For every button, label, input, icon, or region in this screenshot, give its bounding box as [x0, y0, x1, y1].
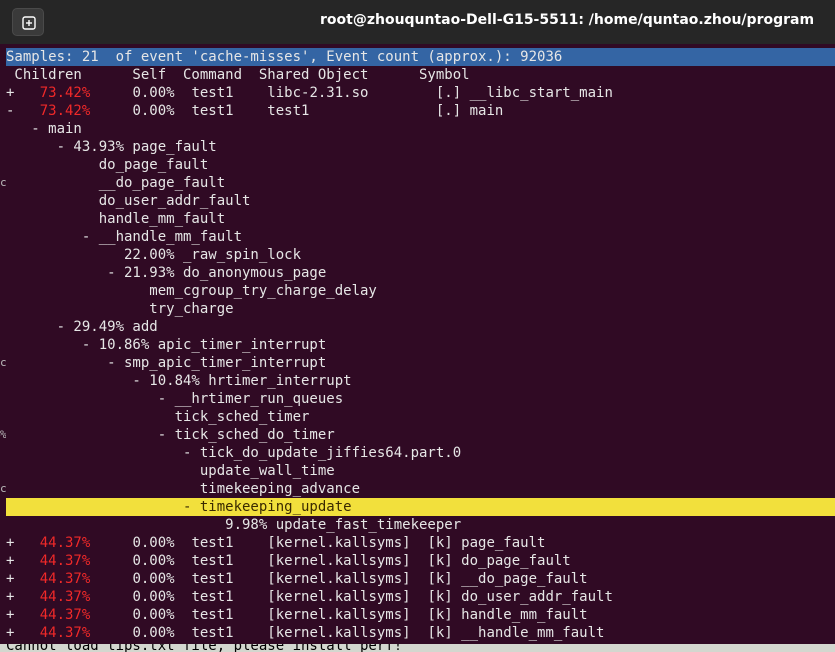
status-message: Cannot load tips.txt file, please instal… [6, 644, 403, 652]
title-bar: root@zhouquntao-Dell-G15-5511: /home/qun… [0, 0, 835, 44]
clipped-edge-glyph: c [0, 483, 6, 495]
perf-report-header: Samples: 21 of event 'cache-misses', Eve… [6, 48, 835, 66]
callchain-row[interactable]: do_user_addr_fault [6, 192, 835, 210]
report-row[interactable]: + 44.37% 0.00% test1 [kernel.kallsyms] [… [6, 606, 835, 624]
expand-marker[interactable]: + [6, 553, 23, 569]
row-details: 0.00% test1 [kernel.kallsyms] [k] do_pag… [90, 553, 571, 569]
expand-marker[interactable]: + [6, 589, 23, 605]
row-details: 0.00% test1 [kernel.kallsyms] [k] do_use… [90, 589, 613, 605]
row-details: 0.00% test1 libc-2.31.so [.] __libc_star… [90, 85, 613, 101]
callchain-row[interactable]: do_page_fault [6, 156, 835, 174]
report-row[interactable]: + 44.37% 0.00% test1 [kernel.kallsyms] [… [6, 624, 835, 642]
expand-marker[interactable]: + [6, 535, 23, 551]
callchain-row[interactable]: handle_mm_fault [6, 210, 835, 228]
clipped-edge-glyph: % [0, 429, 6, 441]
report-row[interactable]: + 44.37% 0.00% test1 [kernel.kallsyms] [… [6, 570, 835, 588]
expand-marker[interactable]: + [6, 625, 23, 641]
report-row[interactable]: + 73.42% 0.00% test1 libc-2.31.so [.] __… [6, 84, 835, 102]
expand-marker[interactable]: - [6, 103, 23, 119]
callchain-row[interactable]: - smp_apic_timer_interrupt [6, 354, 835, 372]
callchain-row[interactable]: tick_sched_timer [6, 408, 835, 426]
children-percent: 73.42% [22, 85, 91, 101]
row-details: 0.00% test1 [kernel.kallsyms] [k] handle… [90, 607, 588, 623]
callchain-row[interactable]: - 43.93% page_fault [6, 138, 835, 156]
terminal-area[interactable]: Samples: 21 of event 'cache-misses', Eve… [0, 44, 835, 652]
callchain-row[interactable]: 9.98% update_fast_timekeeper [6, 516, 835, 534]
children-percent: 73.42% [22, 103, 91, 119]
row-details: 0.00% test1 [kernel.kallsyms] [k] __hand… [90, 625, 605, 641]
row-details: 0.00% test1 [kernel.kallsyms] [k] __do_p… [90, 571, 588, 587]
status-bar: Cannot load tips.txt file, please instal… [0, 644, 835, 652]
clipped-edge-glyph: c [0, 357, 6, 369]
children-percent: 44.37% [22, 553, 91, 569]
report-row[interactable]: + 44.37% 0.00% test1 [kernel.kallsyms] [… [6, 588, 835, 606]
callchain-row[interactable]: __do_page_fault [6, 174, 835, 192]
report-row[interactable]: - 73.42% 0.00% test1 test1 [.] main [6, 102, 835, 120]
new-tab-button[interactable] [12, 8, 44, 36]
window-title: root@zhouquntao-Dell-G15-5511: /home/qun… [320, 12, 815, 28]
children-percent: 44.37% [22, 589, 91, 605]
children-percent: 44.37% [22, 625, 91, 641]
expand-marker[interactable]: + [6, 607, 23, 623]
column-headers: Children Self Command Shared Object Symb… [6, 67, 470, 83]
callchain-row[interactable]: - 10.84% hrtimer_interrupt [6, 372, 835, 390]
callchain-row[interactable]: update_wall_time [6, 462, 835, 480]
callchain-row[interactable]: try_charge [6, 300, 835, 318]
callchain-row[interactable]: timekeeping_advance [6, 480, 835, 498]
row-details: 0.00% test1 test1 [.] main [90, 103, 504, 119]
callchain-row[interactable]: mem_cgroup_try_charge_delay [6, 282, 835, 300]
children-percent: 44.37% [22, 571, 91, 587]
children-percent: 44.37% [22, 535, 91, 551]
callchain-row[interactable]: - tick_do_update_jiffies64.part.0 [6, 444, 835, 462]
callchain-row[interactable]: - 29.49% add [6, 318, 835, 336]
callchain-row[interactable]: - 10.86% apic_timer_interrupt [6, 336, 835, 354]
callchain-row[interactable]: - __hrtimer_run_queues [6, 390, 835, 408]
report-row[interactable]: + 44.37% 0.00% test1 [kernel.kallsyms] [… [6, 552, 835, 570]
callchain-row[interactable]: 22.00% _raw_spin_lock [6, 246, 835, 264]
callchain-row[interactable]: - __handle_mm_fault [6, 228, 835, 246]
callchain-row[interactable]: - 21.93% do_anonymous_page [6, 264, 835, 282]
callchain-row[interactable]: - main [6, 120, 835, 138]
children-percent: 44.37% [22, 607, 91, 623]
callchain-row-selected[interactable]: - timekeeping_update [6, 498, 835, 516]
clipped-edge-glyph: c [0, 177, 6, 189]
report-row[interactable]: + 44.37% 0.00% test1 [kernel.kallsyms] [… [6, 534, 835, 552]
row-details: 0.00% test1 [kernel.kallsyms] [k] page_f… [90, 535, 546, 551]
expand-marker[interactable]: + [6, 85, 23, 101]
callchain-row[interactable]: - tick_sched_do_timer [6, 426, 835, 444]
new-tab-icon [22, 16, 36, 30]
expand-marker[interactable]: + [6, 571, 23, 587]
